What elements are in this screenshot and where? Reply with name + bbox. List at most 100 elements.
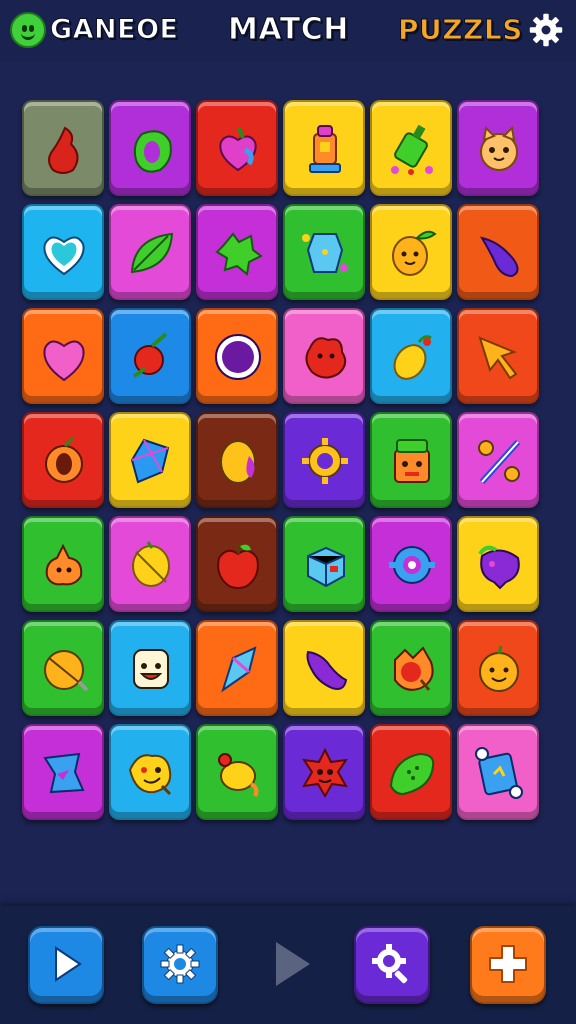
leaf-icon bbox=[130, 232, 174, 274]
tile[interactable] bbox=[196, 620, 278, 716]
tile[interactable] bbox=[283, 516, 365, 612]
tile[interactable] bbox=[22, 100, 104, 196]
percent-icon bbox=[478, 439, 521, 485]
tile[interactable] bbox=[457, 516, 539, 612]
arrow-cursor-icon bbox=[478, 336, 518, 380]
lemon-slice-icon bbox=[132, 541, 170, 587]
next-arrow-icon[interactable] bbox=[270, 938, 314, 990]
tower-toy-icon bbox=[309, 125, 341, 173]
logo-mouth bbox=[21, 33, 35, 40]
tile[interactable] bbox=[457, 620, 539, 716]
plus-icon bbox=[489, 945, 527, 983]
logo-eye bbox=[29, 25, 34, 32]
title-center: MATCH bbox=[228, 12, 349, 48]
target-ring-icon bbox=[389, 546, 435, 584]
blue-card-icon bbox=[475, 747, 523, 799]
tile[interactable] bbox=[457, 204, 539, 300]
tile[interactable] bbox=[109, 724, 191, 820]
yellow-candy-icon bbox=[218, 753, 259, 797]
tile[interactable] bbox=[283, 724, 365, 820]
tile[interactable] bbox=[283, 308, 365, 404]
blue-ribbon-icon bbox=[43, 752, 85, 794]
play-icon bbox=[55, 946, 82, 982]
tile[interactable] bbox=[370, 412, 452, 508]
tile[interactable] bbox=[283, 620, 365, 716]
pink-heart-icon bbox=[43, 340, 85, 382]
tile[interactable] bbox=[457, 724, 539, 820]
lemon-face-icon bbox=[392, 230, 437, 276]
top-bar: GANEOE MATCH PUZZLS bbox=[0, 0, 576, 62]
tile[interactable] bbox=[196, 412, 278, 508]
smiling-orange-icon bbox=[479, 645, 519, 692]
red-berry-icon bbox=[394, 646, 434, 691]
search-button[interactable] bbox=[354, 926, 430, 1004]
tile[interactable] bbox=[109, 620, 191, 716]
tile[interactable] bbox=[370, 724, 452, 820]
settings-button[interactable] bbox=[142, 926, 218, 1004]
toast-face-icon bbox=[133, 649, 169, 689]
heart-icon bbox=[43, 236, 85, 276]
tile[interactable] bbox=[196, 724, 278, 820]
blue-crystal-icon bbox=[130, 438, 170, 484]
tile[interactable] bbox=[22, 308, 104, 404]
blue-gem-icon bbox=[302, 233, 348, 273]
chili-pepper-icon bbox=[48, 126, 79, 174]
tile[interactable] bbox=[370, 516, 452, 612]
tile[interactable] bbox=[196, 308, 278, 404]
purple-worm-icon bbox=[306, 650, 348, 690]
green-leaf-icon bbox=[389, 752, 435, 796]
tile[interactable] bbox=[22, 516, 104, 612]
purple-monster-icon bbox=[478, 545, 520, 590]
apricot-icon bbox=[45, 436, 83, 483]
red-star-monster-icon bbox=[301, 747, 349, 798]
robot-box-icon bbox=[394, 439, 430, 483]
game-board bbox=[22, 100, 554, 880]
add-button[interactable] bbox=[470, 926, 546, 1004]
purple-orb-icon bbox=[215, 334, 261, 380]
gear-icon[interactable] bbox=[528, 12, 564, 48]
tile[interactable] bbox=[283, 100, 365, 196]
tile[interactable] bbox=[370, 308, 452, 404]
cat-face-icon bbox=[480, 125, 518, 171]
tile[interactable] bbox=[283, 412, 365, 508]
smiley-icon[interactable] bbox=[10, 12, 46, 48]
tile[interactable] bbox=[457, 412, 539, 508]
play-button[interactable] bbox=[28, 926, 104, 1004]
purple-eggplant-icon bbox=[479, 236, 519, 278]
title-right: PUZZLS bbox=[398, 13, 523, 47]
orange-ball-icon bbox=[44, 650, 89, 692]
tile[interactable] bbox=[109, 204, 191, 300]
lemon-icon bbox=[393, 335, 432, 380]
tile[interactable] bbox=[22, 412, 104, 508]
tile[interactable] bbox=[109, 100, 191, 196]
red-blob-icon bbox=[305, 337, 347, 379]
heart-apple-icon bbox=[219, 127, 257, 172]
green-splat-icon bbox=[215, 232, 263, 276]
tile[interactable] bbox=[457, 308, 539, 404]
green-bottle-icon bbox=[391, 124, 433, 175]
tile[interactable] bbox=[22, 724, 104, 820]
tile[interactable] bbox=[109, 516, 191, 612]
tile[interactable] bbox=[22, 204, 104, 300]
tile[interactable] bbox=[196, 516, 278, 612]
tile[interactable] bbox=[196, 100, 278, 196]
green-pepper-icon bbox=[133, 130, 172, 173]
tile[interactable] bbox=[370, 100, 452, 196]
search-gear-icon bbox=[372, 944, 408, 984]
gold-ring-icon bbox=[302, 438, 348, 484]
tile[interactable] bbox=[457, 100, 539, 196]
tile[interactable] bbox=[109, 308, 191, 404]
tile[interactable] bbox=[370, 620, 452, 716]
red-apple-icon bbox=[217, 543, 259, 589]
tile[interactable] bbox=[109, 412, 191, 508]
gold-egg-icon bbox=[220, 440, 256, 484]
tile[interactable] bbox=[370, 204, 452, 300]
logo-eye bbox=[22, 25, 27, 32]
tile[interactable] bbox=[196, 204, 278, 300]
orange-splat-icon bbox=[45, 543, 83, 586]
cookie-face-icon bbox=[128, 754, 172, 796]
ice-crystal-icon bbox=[221, 646, 257, 693]
tile[interactable] bbox=[283, 204, 365, 300]
blue-cube-icon bbox=[307, 546, 345, 588]
tile[interactable] bbox=[22, 620, 104, 716]
